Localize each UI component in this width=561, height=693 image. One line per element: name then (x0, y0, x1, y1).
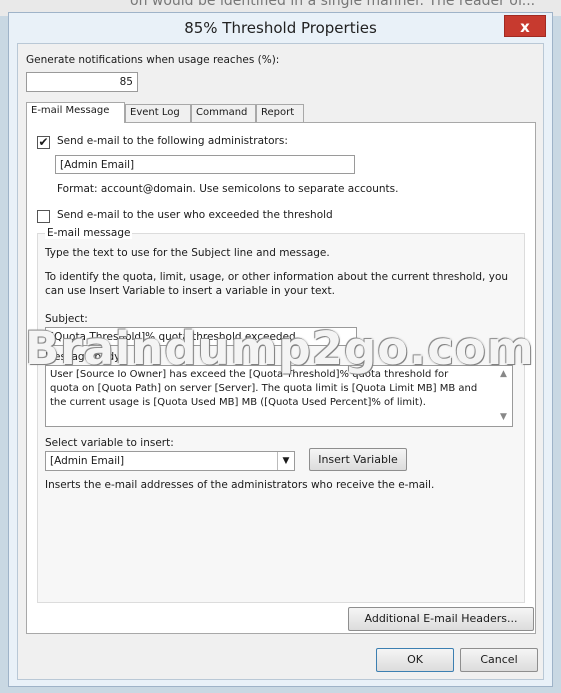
dialog-title: 85% Threshold Properties (184, 19, 377, 37)
send-user-checkbox[interactable] (37, 210, 50, 223)
title-bar: 85% Threshold Properties x (9, 13, 552, 43)
watermark-text: Braindump2go.com (25, 322, 535, 375)
threshold-value: 85 (119, 76, 133, 88)
tab-command[interactable]: Command (191, 104, 256, 123)
variable-select[interactable]: [Admin Email] ▼ (45, 451, 295, 471)
close-button[interactable]: x (504, 15, 546, 37)
threshold-label: Generate notifications when usage reache… (26, 54, 280, 66)
tab-event-log-label: Event Log (130, 107, 180, 118)
send-admins-label: Send e-mail to the following administrat… (57, 135, 288, 147)
dropdown-arrow-icon[interactable]: ▼ (277, 452, 294, 470)
cancel-button[interactable]: Cancel (460, 648, 538, 672)
body-line-3: the current usage is [Quota Used MB] MB … (50, 397, 426, 408)
tab-email-message[interactable]: E-mail Message (26, 102, 125, 123)
admins-value: [Admin Email] (60, 159, 135, 171)
format-hint: Format: account@domain. Use semicolons t… (57, 183, 399, 195)
variable-selected: [Admin Email] (50, 455, 125, 467)
additional-headers-button[interactable]: Additional E-mail Headers... (348, 607, 534, 631)
tab-email-message-label: E-mail Message (31, 105, 110, 116)
close-icon: x (520, 18, 530, 36)
send-admins-checkbox[interactable]: ✔ (37, 136, 50, 149)
insert-variable-button[interactable]: Insert Variable (309, 448, 407, 471)
send-user-label: Send e-mail to the user who exceeded the… (57, 209, 333, 221)
tab-report-label: Report (261, 107, 295, 118)
body-line-2: quota on [Quota Path] on server [Server]… (50, 383, 478, 394)
tab-command-label: Command (196, 107, 248, 118)
variable-description: Inserts the e-mail addresses of the admi… (45, 479, 435, 491)
ok-button[interactable]: OK (376, 648, 454, 672)
intro-text-2a: To identify the quota, limit, usage, or … (45, 271, 509, 283)
checkmark-icon: ✔ (38, 135, 49, 149)
tab-report[interactable]: Report (256, 104, 304, 123)
threshold-input[interactable]: 85 (26, 72, 138, 92)
background-text: on would be identified in a single manne… (130, 0, 536, 9)
intro-text-2b: can use Insert Variable to insert a vari… (45, 285, 335, 297)
admins-input[interactable]: [Admin Email] (55, 155, 355, 174)
scroll-down-icon[interactable]: ▼ (497, 411, 510, 424)
intro-text-1: Type the text to use for the Subject lin… (45, 247, 330, 259)
tab-event-log[interactable]: Event Log (125, 104, 191, 123)
variable-label: Select variable to insert: (45, 437, 174, 449)
email-message-panel: ✔ Send e-mail to the following administr… (26, 122, 536, 634)
email-group-label: E-mail message (45, 227, 133, 239)
